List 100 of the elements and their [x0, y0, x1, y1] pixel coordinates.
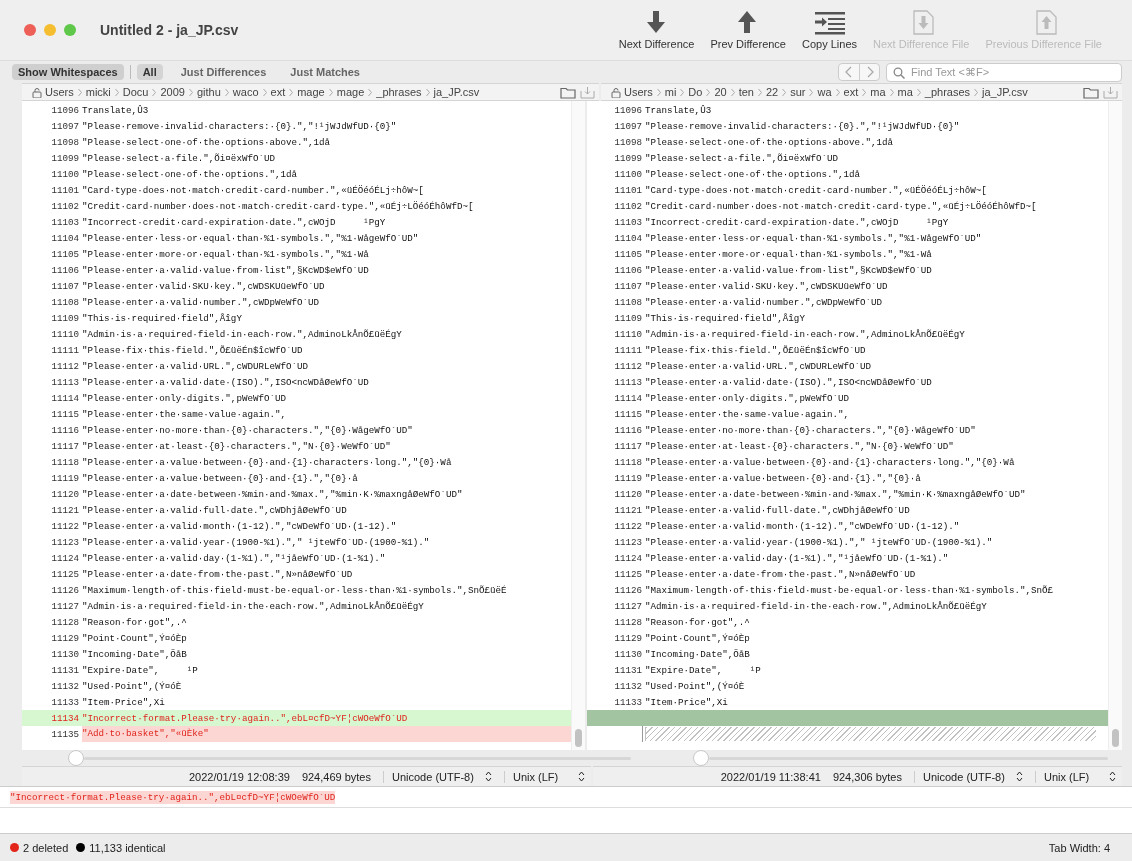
path-segment[interactable]: _phrases — [924, 86, 971, 98]
code-line: "Please·enter·a·date·between·%min·and·%max.","%min·K·%maxngåØeWfO`UD" — [645, 488, 1026, 500]
code-line: "Maximum·length·of·this·field·must·be·equal·or·less·than·%1·symbols.",SnÕ£ — [645, 584, 1053, 596]
code-line: "Please·enter·valid·SKU·key.",cWDSKUüeWfO`UD — [82, 280, 325, 292]
line-number: 11132 — [613, 680, 642, 692]
line-number: 11105 — [613, 248, 642, 260]
line-number: 11101 — [50, 184, 79, 196]
line-number: 11119 — [50, 472, 79, 484]
path-segment[interactable]: mage — [297, 86, 325, 98]
path-segment[interactable]: ma — [870, 86, 886, 98]
path-segment[interactable]: ja_JP.csv — [433, 86, 480, 98]
code-line: "Please·enter·only·digits.",pWeWfO`UD — [645, 392, 849, 404]
path-segment[interactable]: ext — [843, 86, 859, 98]
line-number: 11109 — [50, 312, 79, 324]
path-segment[interactable]: mage — [336, 86, 365, 98]
scroll-knob[interactable] — [693, 750, 709, 766]
line-number: 11131 — [50, 664, 79, 676]
line-ending-select[interactable]: Unix (LF) — [504, 770, 585, 783]
chevron-icon — [113, 87, 120, 97]
scroll-thumb[interactable] — [1112, 729, 1119, 747]
code-line: "Please·enter·a·valid·URL.",cWDURLeWfO`UD — [645, 360, 872, 372]
path-segment[interactable]: micki — [85, 86, 111, 98]
path-segment[interactable]: mi — [664, 86, 677, 98]
code-line: "Item·Price",Xi — [82, 696, 165, 708]
line-number: 11114 — [613, 392, 642, 404]
line-number: 11120 — [50, 488, 79, 500]
encoding-select[interactable]: Unicode (UTF-8) — [383, 770, 492, 783]
code-line: "Please·enter·a·valid·full·date.",cWDhjåØeWfO`UD — [82, 504, 347, 516]
zoom-button[interactable] — [64, 24, 76, 36]
path-segment[interactable]: 20 — [714, 86, 727, 98]
code-line: "Please·enter·a·value·between·{0}·and·{1}·characters·long.","{0}·Wå — [82, 456, 452, 468]
code-line: "Admin·is·a·required·field·in·each·row.",AdminoLkÅnÕ£üëÉgY — [82, 328, 402, 340]
path-segment[interactable]: Docu — [122, 86, 149, 98]
code-line: "Incorrect·credit·card·expiration·date.",cWOjD ¹PgY — [645, 216, 949, 228]
status-count: 2 deleted — [23, 841, 69, 854]
path-segment[interactable]: ten — [738, 86, 754, 98]
line-number: 11110 — [50, 328, 79, 340]
line-number: 11114 — [50, 392, 79, 404]
line-number: 11109 — [613, 312, 642, 324]
filter-tab[interactable]: Just Matches — [284, 64, 366, 80]
path-segment[interactable]: Users — [624, 86, 653, 98]
path-segment[interactable]: Users — [45, 86, 74, 98]
code-line: "Please·enter·a·valid·month·(1-12).","cWDeWfO`UD·(1-12)." — [645, 520, 960, 532]
path-segment[interactable]: githu — [196, 86, 221, 98]
download-icon — [1103, 85, 1118, 99]
path-segment[interactable]: wa — [817, 86, 832, 98]
chevron-icon — [261, 87, 268, 97]
line-number: 11123 — [613, 536, 642, 548]
code-line: "Please·enter·the·same·value·again.", — [645, 408, 849, 420]
filter-tab[interactable]: Just Differences — [174, 64, 273, 80]
show-whitespaces-toggle[interactable]: Show Whitespaces — [12, 64, 124, 80]
line-number: 11115 — [50, 408, 79, 420]
code-line: "Please·select·one·of·the·options·above.",1då — [82, 136, 331, 148]
folder-icon — [560, 85, 576, 99]
code-line: "Please·fix·this·field.",Õ£üëÉn$îcWfO`UD — [82, 344, 303, 356]
code-line: "Please·enter·a·valid·date·(ISO).",ISO<ncWDåØeWfO`UD — [645, 376, 932, 388]
toolbar-button[interactable]: Next Difference — [618, 10, 695, 50]
minimize-button[interactable] — [44, 24, 56, 36]
path-segment[interactable]: sur — [790, 86, 806, 98]
scroll-knob[interactable] — [68, 750, 84, 766]
stepper-icon — [578, 771, 585, 782]
line-number: 11125 — [50, 568, 79, 580]
chevron-icon — [655, 87, 662, 97]
scroll-thumb[interactable] — [575, 729, 582, 747]
search-field[interactable]: Find Text <⌘F> — [886, 62, 1122, 82]
toolbar-button[interactable]: Prev Difference — [710, 10, 786, 50]
code-line: "Please·enter·a·valid·day·(1-%1).","¹jåeWfO`UD·(1-%1)." — [645, 552, 949, 564]
line-number: 11113 — [613, 376, 642, 388]
code-line: "Please·enter·a·date·from·the·past.",N»nåØeWfO`UD — [82, 568, 353, 580]
line-number: 11118 — [613, 456, 642, 468]
line-number: 11122 — [50, 520, 79, 532]
code-line: "Please·enter·at·least·{0}·characters.","N·{0}·WeWfO`UD" — [82, 440, 391, 452]
path-segment[interactable]: 2009 — [160, 86, 185, 98]
path-segment[interactable]: Do — [688, 86, 703, 98]
path-segment[interactable]: ja_JP.csv — [982, 86, 1028, 98]
encoding-select[interactable]: Unicode (UTF-8) — [914, 770, 1023, 783]
code-line: "Reason·for·got",.^ — [82, 616, 187, 628]
selected-line-text: "Incorrect·format.Please·try·again..",ebL¤cfD~YF¦cWOeWfO`UD — [10, 790, 336, 804]
path-segment[interactable]: ma — [897, 86, 913, 98]
path-segment[interactable]: 22 — [765, 86, 779, 98]
line-ending-select[interactable]: Unix (LF) — [1035, 770, 1116, 783]
line-number: 11118 — [50, 456, 79, 468]
code-line: "Maximum·length·of·this·field·must·be·equal·or·less·than·%1·symbols.",SnÕ£üëÉ — [82, 584, 507, 596]
path-segment[interactable]: waco — [232, 86, 259, 98]
path-segment[interactable]: _phrases — [376, 86, 422, 98]
chevron-icon — [729, 87, 736, 97]
line-number: 11121 — [613, 504, 642, 516]
line-number: 11099 — [50, 152, 79, 164]
filter-tab[interactable]: All — [136, 64, 163, 80]
path-segment[interactable]: ext — [270, 86, 286, 98]
line-number: 11125 — [613, 568, 642, 580]
chevron-icon — [915, 87, 922, 97]
line-number: 11116 — [613, 424, 642, 436]
toolbar-button[interactable]: Copy Lines — [802, 10, 858, 50]
chevron-icon — [424, 87, 431, 97]
line-number: 11101 — [613, 184, 642, 196]
code-line: "Incoming·Date",ÖåB — [82, 648, 187, 660]
code-line: "Please·enter·valid·SKU·key.",cWDSKUüeWfO`UD — [645, 280, 888, 292]
close-button[interactable] — [24, 24, 36, 36]
chevron-icon — [288, 87, 295, 97]
